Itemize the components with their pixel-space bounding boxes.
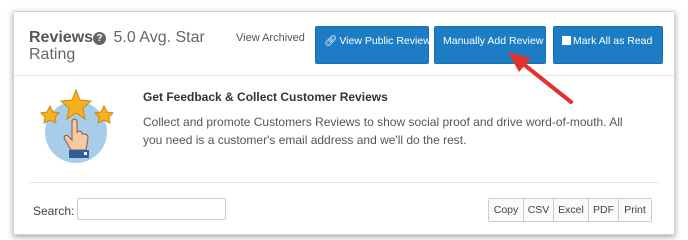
pdf-button[interactable]: PDF (589, 199, 619, 221)
copy-button[interactable]: Copy (489, 199, 524, 221)
export-button-group: Copy CSV Excel PDF Print (488, 198, 652, 222)
share-icon: 🔗︎ (324, 35, 338, 47)
manually-add-review-label: Manually Add Review (443, 35, 544, 47)
excel-button[interactable]: Excel (554, 199, 589, 221)
feedback-description: Collect and promote Customers Reviews to… (143, 115, 623, 147)
mark-all-read-label: Mark All as Read (573, 35, 653, 47)
csv-button[interactable]: CSV (524, 199, 554, 221)
manually-add-review-button[interactable]: Manually Add Review (434, 26, 546, 64)
view-public-reviews-label: View Public Reviews (339, 35, 437, 47)
feedback-title: Get Feedback & Collect Customer Reviews (143, 90, 388, 104)
hand-selecting-stars-icon (39, 88, 115, 163)
help-icon[interactable]: ? (93, 32, 107, 45)
divider (29, 182, 659, 183)
view-public-reviews-button[interactable]: 🔗︎ View Public Reviews (315, 26, 436, 64)
inbox-icon (562, 36, 571, 45)
mark-all-read-button[interactable]: Mark All as Read (553, 26, 663, 64)
view-archived-link[interactable]: View Archived (236, 32, 305, 44)
page-title: Reviews? 5.0 Avg. Star Rating (29, 29, 239, 63)
print-button[interactable]: Print (619, 199, 651, 221)
search-label: Search: (33, 204, 75, 218)
search-input[interactable] (77, 198, 226, 220)
title-main: Reviews (29, 29, 94, 46)
reviews-panel: Reviews? 5.0 Avg. Star Rating View Archi… (13, 11, 675, 235)
panel-header: Reviews? 5.0 Avg. Star Rating View Archi… (14, 12, 674, 76)
